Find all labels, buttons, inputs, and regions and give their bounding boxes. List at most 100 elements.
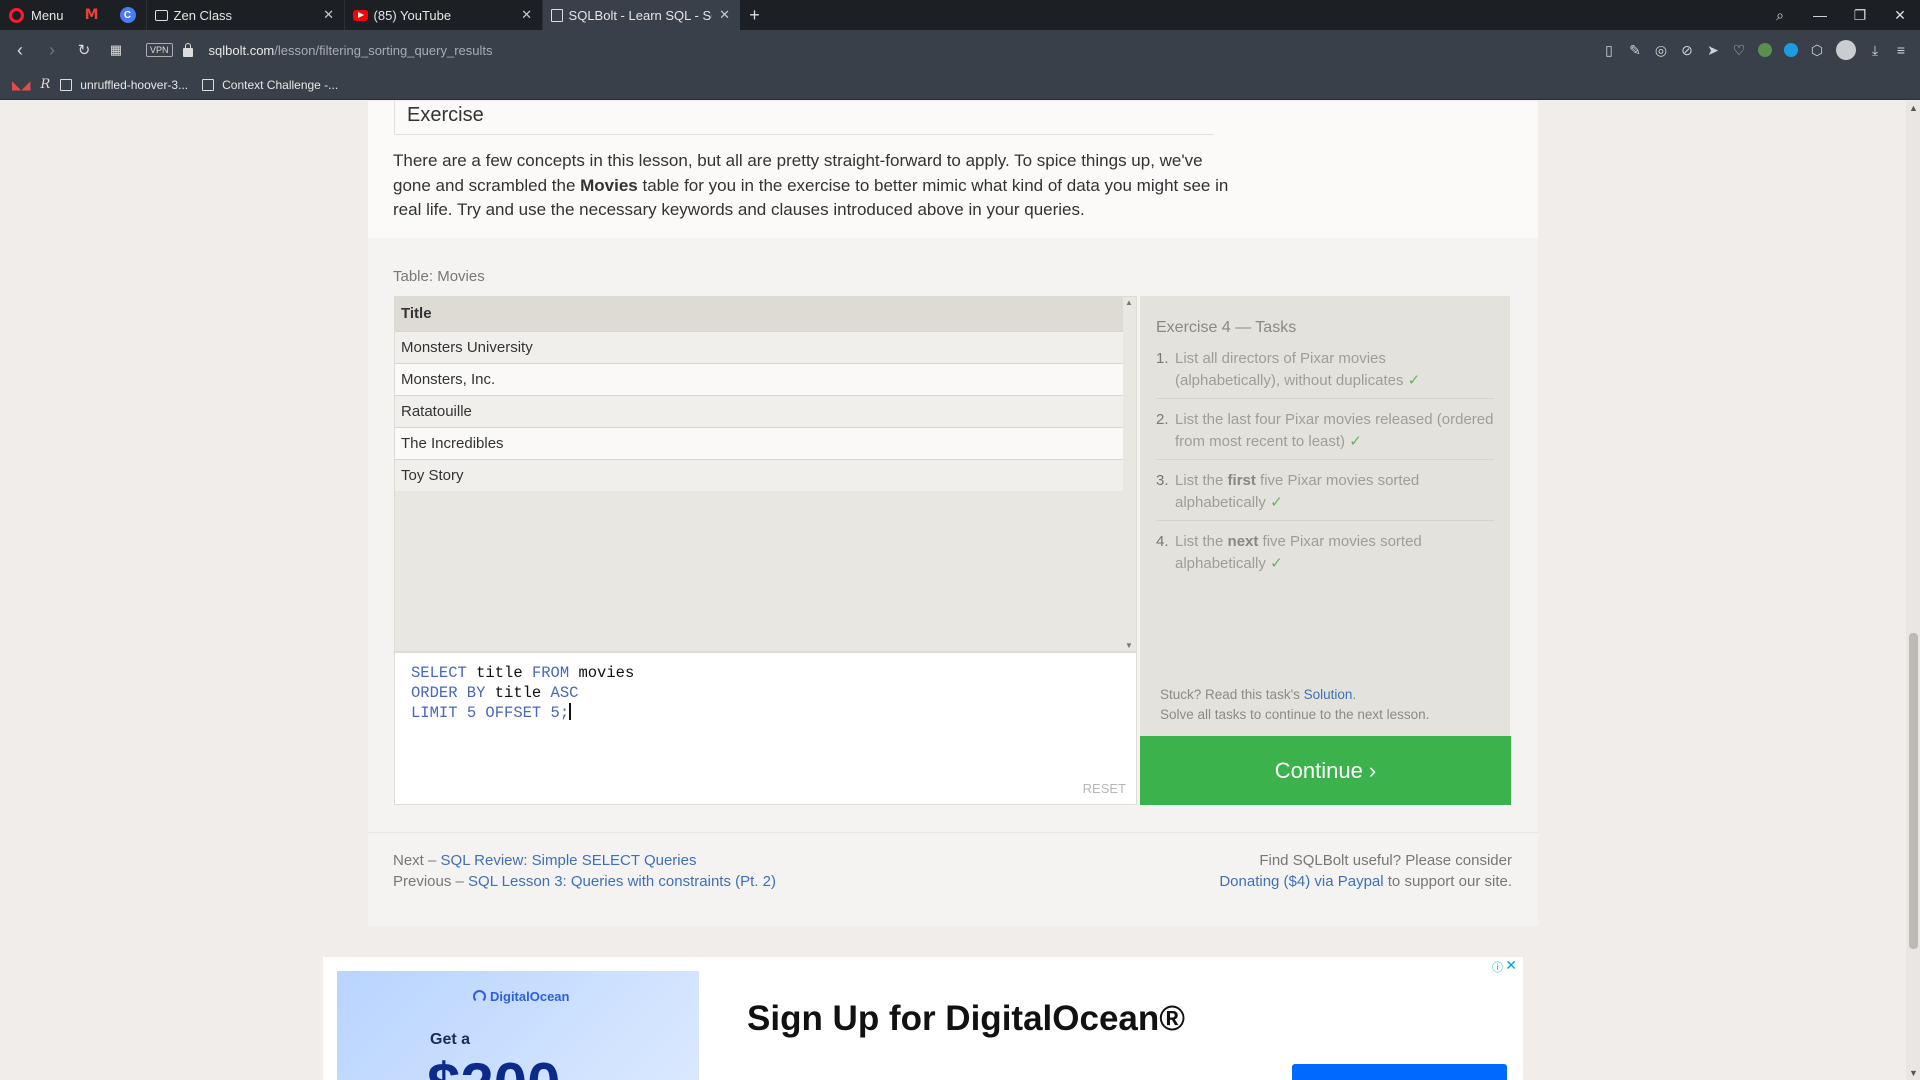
results-table: Title Monsters University Monsters, Inc.… — [395, 297, 1123, 491]
close-tab-icon[interactable]: ✕ — [520, 7, 534, 23]
lock-icon[interactable] — [182, 42, 193, 57]
reload-icon[interactable]: ↻ — [68, 30, 100, 70]
sql-editor[interactable]: SELECT title FROM movies ORDER BY title … — [394, 652, 1137, 805]
previous-lesson-link[interactable]: SQL Lesson 3: Queries with constraints (… — [468, 873, 776, 890]
bookmarks-bar: ◣◢ R unruffled-hoover-3... Context Chall… — [0, 70, 1920, 100]
cube-icon[interactable]: ⬡ — [1804, 42, 1830, 59]
table-row: Ratatouille — [395, 394, 1123, 427]
scroll-up-icon[interactable]: ▲ — [1125, 298, 1133, 307]
continue-button[interactable]: Continue › — [1140, 736, 1511, 805]
reset-button[interactable]: RESET — [1083, 781, 1126, 796]
advertisement[interactable]: DigitalOcean Get a $200 Sign Up for Digi… — [323, 957, 1523, 1080]
scroll-up-icon[interactable]: ▲ — [1909, 103, 1918, 113]
lesson-navigation: Next – SQL Review: Simple SELECT Queries… — [393, 850, 776, 892]
checkmark-icon: ✓ — [1270, 494, 1283, 511]
exercise-description: There are a few concepts in this lesson,… — [393, 149, 1233, 223]
checkmark-icon: ✓ — [1270, 555, 1283, 572]
restore-icon[interactable]: ❐ — [1840, 7, 1880, 24]
search-tabs-icon[interactable]: ⌕ — [1760, 7, 1800, 24]
send-icon[interactable]: ➤ — [1700, 42, 1726, 59]
text-caret — [569, 703, 571, 720]
shield-icon[interactable]: ⊘ — [1674, 42, 1700, 59]
task-text-bold: first — [1227, 472, 1256, 489]
task-item: 3. List the first five Pixar movies sorte… — [1156, 470, 1494, 521]
camera-icon[interactable]: ◎ — [1648, 42, 1674, 59]
url-field[interactable]: sqlbolt.com/lesson/filtering_sorting_que… — [209, 43, 493, 58]
edit-icon[interactable]: ✎ — [1622, 42, 1648, 59]
ad-close-icon[interactable]: ✕ — [1505, 957, 1517, 974]
toolbar-icons: ▯ ✎ ◎ ⊘ ➤ ♡ ⬡ ⤓ ≡ — [1596, 30, 1914, 70]
bookmark-label: Context Challenge -... — [222, 77, 339, 92]
tab-sqlbolt[interactable]: SQLBolt - Learn SQL - SQL ✕ — [541, 0, 740, 30]
profile-avatar-icon[interactable] — [1836, 40, 1856, 60]
back-icon[interactable]: ‹ — [4, 30, 36, 70]
bookmark-label: unruffled-hoover-3... — [80, 77, 189, 92]
vpn-badge[interactable]: VPN — [146, 43, 173, 57]
scroll-down-icon[interactable]: ▼ — [1125, 641, 1133, 650]
close-tab-icon[interactable]: ✕ — [322, 7, 336, 23]
address-bar: ‹ › ↻ ▦ VPN sqlbolt.com/lesson/filtering… — [0, 30, 1920, 70]
task-text-bold: next — [1227, 533, 1259, 550]
youtube-icon — [352, 9, 368, 21]
page-scrollbar[interactable]: ▲ ▼ — [1906, 101, 1920, 1080]
results-scrollbar[interactable]: ▲ ▼ — [1122, 297, 1136, 651]
ad-brand: DigitalOcean — [490, 989, 570, 1004]
speed-dial-icon[interactable]: ◣◢ — [12, 78, 30, 92]
forward-icon[interactable]: › — [36, 30, 68, 70]
url-host: sqlbolt.com — [208, 42, 275, 58]
sql-keyword: SELECT — [411, 664, 467, 682]
pinned-tab-gmail[interactable]: M — [74, 0, 110, 30]
browser-tab-bar: Menu M C Zen Class ✕ (85) YouTube ✕ SQLB… — [0, 0, 1920, 30]
new-tab-button[interactable]: + — [740, 0, 770, 30]
download-icon[interactable]: ⤓ — [1862, 42, 1888, 59]
tab-grid-icon[interactable]: ▦ — [100, 30, 132, 70]
checkmark-icon: ✓ — [1349, 433, 1362, 450]
table-cell: Monsters University — [395, 330, 1123, 363]
sql-number: 5; — [541, 704, 570, 722]
solution-link[interactable]: Solution — [1304, 687, 1353, 702]
ad-info-icon[interactable]: ⓘ — [1492, 959, 1503, 975]
extension-icon[interactable] — [1784, 43, 1798, 57]
close-window-icon[interactable]: ✕ — [1880, 7, 1920, 24]
tab-zen-class[interactable]: Zen Class ✕ — [145, 0, 344, 30]
ad-image[interactable]: DigitalOcean Get a $200 — [337, 971, 699, 1080]
next-lesson-link[interactable]: SQL Review: Simple SELECT Queries — [441, 852, 697, 869]
close-tab-icon[interactable]: ✕ — [718, 7, 732, 23]
heart-icon[interactable]: ♡ — [1726, 42, 1752, 59]
table-row: The Incredibles — [395, 426, 1123, 459]
r-logo-icon[interactable]: R — [40, 77, 50, 92]
extension-icon[interactable] — [1758, 43, 1772, 57]
document-icon — [154, 9, 168, 21]
easy-setup-icon[interactable]: ≡ — [1888, 42, 1914, 58]
tab-youtube[interactable]: (85) YouTube ✕ — [343, 0, 542, 30]
task-number: 3. — [1156, 472, 1169, 489]
table-label: Table: Movies — [393, 268, 485, 285]
bookmark-item[interactable]: unruffled-hoover-3... — [60, 78, 188, 92]
prev-prefix: Previous – — [393, 873, 469, 890]
stuck-end: . — [1352, 687, 1357, 702]
checkmark-icon: ✓ — [1407, 372, 1421, 389]
ad-cta-button[interactable] — [1292, 1064, 1507, 1080]
tab-label: Zen Class — [173, 7, 233, 23]
ad-amount: $200 — [427, 1055, 560, 1080]
minimize-icon[interactable]: — — [1800, 7, 1840, 23]
sql-keyword: LIMIT — [411, 704, 458, 722]
sql-keyword: FROM — [531, 664, 570, 682]
scroll-down-icon[interactable]: ▼ — [1909, 1068, 1918, 1078]
donate-link[interactable]: Donating ($4) via Paypal — [1219, 873, 1383, 890]
task-number: 1. — [1156, 350, 1169, 367]
table-row: Toy Story — [395, 458, 1123, 491]
bookmark-item[interactable]: Context Challenge -... — [202, 78, 338, 92]
exercise-heading: Exercise — [394, 101, 1214, 135]
pinned-tab-extension[interactable]: C — [110, 0, 146, 30]
window-controls: ⌕ — ❐ ✕ — [1760, 0, 1920, 30]
opera-menu-button[interactable]: Menu — [0, 0, 74, 30]
reader-mode-icon[interactable]: ▯ — [1596, 42, 1622, 59]
next-prefix: Next – — [393, 852, 441, 869]
sqlbolt-favicon-icon — [550, 8, 563, 22]
sql-text: title — [485, 684, 551, 702]
scroll-thumb[interactable] — [1909, 633, 1918, 949]
exercise-intro: Exercise There are a few concepts in thi… — [368, 101, 1538, 238]
query-results-pane[interactable]: Title Monsters University Monsters, Inc.… — [394, 296, 1137, 652]
ad-headline[interactable]: Sign Up for DigitalOcean® — [747, 999, 1185, 1039]
